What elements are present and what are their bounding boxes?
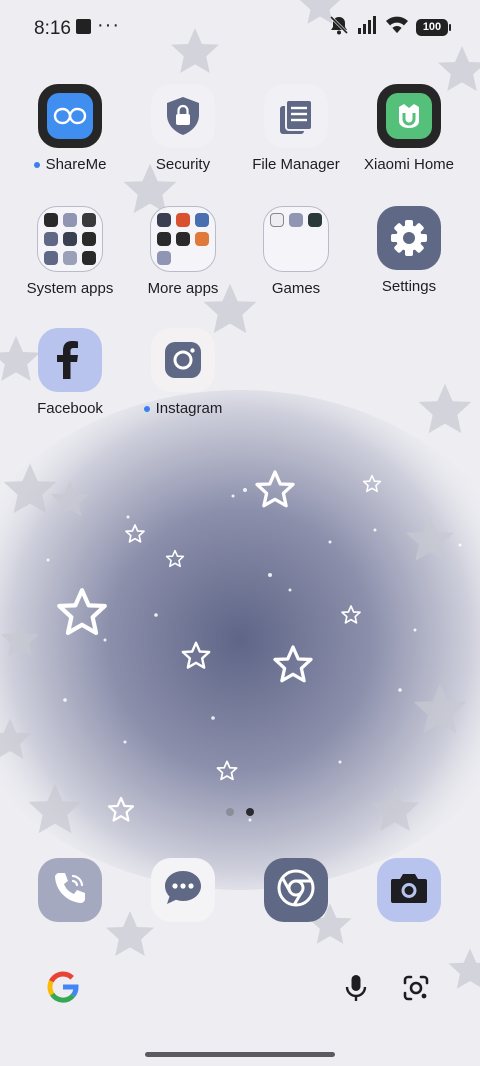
app-label: Settings xyxy=(381,278,437,295)
phone-icon xyxy=(51,869,89,912)
dock-camera[interactable] xyxy=(377,858,441,922)
clock: 8:16 xyxy=(34,18,71,39)
silent-icon xyxy=(328,15,350,40)
camera-icon xyxy=(389,870,429,911)
new-app-dot xyxy=(143,405,150,412)
folder-system-apps[interactable]: System apps xyxy=(12,206,128,297)
app-xiaomi-home[interactable]: Xiaomi Home xyxy=(351,84,467,173)
gesture-navigation-bar[interactable] xyxy=(145,1052,335,1057)
folder-icon xyxy=(150,206,216,272)
app-facebook[interactable]: Facebook xyxy=(12,328,128,417)
app-label: ShareMe xyxy=(45,156,107,173)
microphone-icon[interactable] xyxy=(344,974,368,1007)
signal-icon xyxy=(358,15,378,39)
folder-icon xyxy=(37,206,103,272)
google-lens-icon[interactable] xyxy=(402,974,430,1007)
folder-icon xyxy=(263,206,329,272)
folder-games[interactable]: Games xyxy=(238,206,354,297)
app-instagram[interactable]: Instagram xyxy=(125,328,241,417)
google-search-bar[interactable] xyxy=(36,958,444,1018)
dock-phone[interactable] xyxy=(38,858,102,922)
folder-more-apps[interactable]: More apps xyxy=(125,206,241,297)
app-label: Instagram xyxy=(155,400,223,417)
app-label: Xiaomi Home xyxy=(363,156,455,173)
app-label: Games xyxy=(271,280,321,297)
app-label: Security xyxy=(155,156,211,173)
dock-chrome[interactable] xyxy=(264,858,328,922)
shareme-icon xyxy=(38,84,102,148)
app-file-manager[interactable]: File Manager xyxy=(238,84,354,173)
page-dot[interactable] xyxy=(226,808,234,816)
status-bar: 8:16 ··· 100 xyxy=(0,0,480,56)
messages-icon xyxy=(162,868,204,913)
app-label: System apps xyxy=(26,280,114,297)
security-shield-icon xyxy=(151,84,215,148)
file-manager-icon xyxy=(264,84,328,148)
page-dot-active[interactable] xyxy=(246,808,254,816)
app-label: Facebook xyxy=(37,400,103,417)
app-shareme[interactable]: ShareMe xyxy=(12,84,128,173)
battery-icon: 100 xyxy=(416,18,451,36)
dock-messages[interactable] xyxy=(151,858,215,922)
gear-icon xyxy=(377,206,441,270)
new-app-dot xyxy=(33,161,40,168)
facebook-icon xyxy=(38,328,102,392)
recording-square-icon xyxy=(76,19,91,34)
app-settings[interactable]: Settings xyxy=(351,206,467,295)
xiaomi-home-icon xyxy=(377,84,441,148)
more-notifications-icon: ··· xyxy=(97,14,120,36)
page-indicator[interactable] xyxy=(0,808,480,816)
app-label: More apps xyxy=(147,280,219,297)
app-security[interactable]: Security xyxy=(125,84,241,173)
instagram-icon xyxy=(151,328,215,392)
chrome-icon xyxy=(276,868,316,913)
app-label: File Manager xyxy=(252,156,340,173)
wifi-icon xyxy=(386,16,408,39)
google-g-icon[interactable] xyxy=(46,970,80,1009)
